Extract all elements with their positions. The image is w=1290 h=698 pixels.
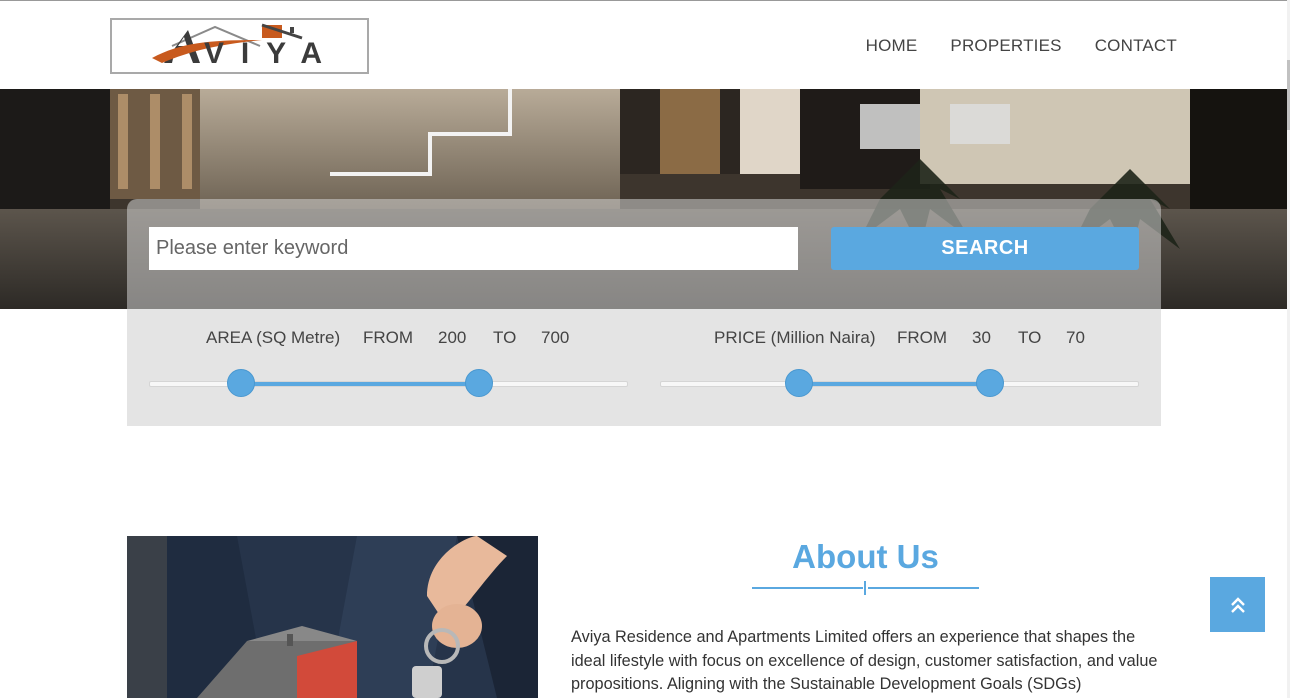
price-to-label: TO bbox=[1018, 328, 1042, 347]
nav-properties-link[interactable]: PROPERTIES bbox=[950, 36, 1061, 56]
nav-contact-link[interactable]: CONTACT bbox=[1095, 36, 1177, 56]
price-max-handle[interactable] bbox=[976, 369, 1005, 397]
price-filter-label: PRICE (Million Naira) bbox=[714, 328, 876, 347]
about-us-image bbox=[127, 536, 538, 698]
area-from-value: 200 bbox=[438, 328, 467, 347]
search-bar-area: SEARCH bbox=[127, 199, 1161, 309]
search-button[interactable]: SEARCH bbox=[831, 227, 1139, 270]
filters-area bbox=[127, 309, 1161, 426]
about-us-heading: About Us bbox=[792, 538, 939, 575]
area-to-value: 700 bbox=[541, 328, 570, 347]
price-to-value: 70 bbox=[1066, 328, 1085, 347]
about-us-divider bbox=[752, 581, 979, 595]
price-range-slider[interactable] bbox=[660, 369, 1139, 397]
about-us-text: Aviya Residence and Apartments Limited o… bbox=[571, 628, 1158, 694]
area-to-label: TO bbox=[493, 328, 517, 347]
back-to-top-button[interactable] bbox=[1210, 577, 1265, 632]
property-search-panel: SEARCH AREA (SQ Metre) FROM 200 TO 700 P… bbox=[127, 199, 1161, 426]
logo-wordmark: VIYA bbox=[204, 37, 322, 70]
brand-logo[interactable]: VIYA bbox=[110, 18, 369, 74]
main-nav: HOME PROPERTIES CONTACT bbox=[866, 36, 1177, 56]
area-range-slider[interactable] bbox=[149, 369, 628, 397]
site-header: VIYA HOME PROPERTIES CONTACT bbox=[0, 1, 1287, 89]
nav-home-link[interactable]: HOME bbox=[866, 36, 918, 56]
double-chevron-up-icon bbox=[1230, 596, 1245, 613]
logo-graphic: VIYA bbox=[152, 23, 322, 70]
area-max-handle[interactable] bbox=[465, 369, 494, 397]
area-range-fill bbox=[240, 382, 480, 386]
price-range-fill bbox=[799, 382, 991, 386]
keyword-search-input[interactable] bbox=[149, 227, 798, 270]
area-filter-label: AREA (SQ Metre) bbox=[206, 328, 341, 347]
price-from-value: 30 bbox=[972, 328, 991, 347]
area-min-handle[interactable] bbox=[226, 369, 255, 397]
price-from-label: FROM bbox=[897, 328, 948, 347]
area-from-label: FROM bbox=[363, 328, 414, 347]
